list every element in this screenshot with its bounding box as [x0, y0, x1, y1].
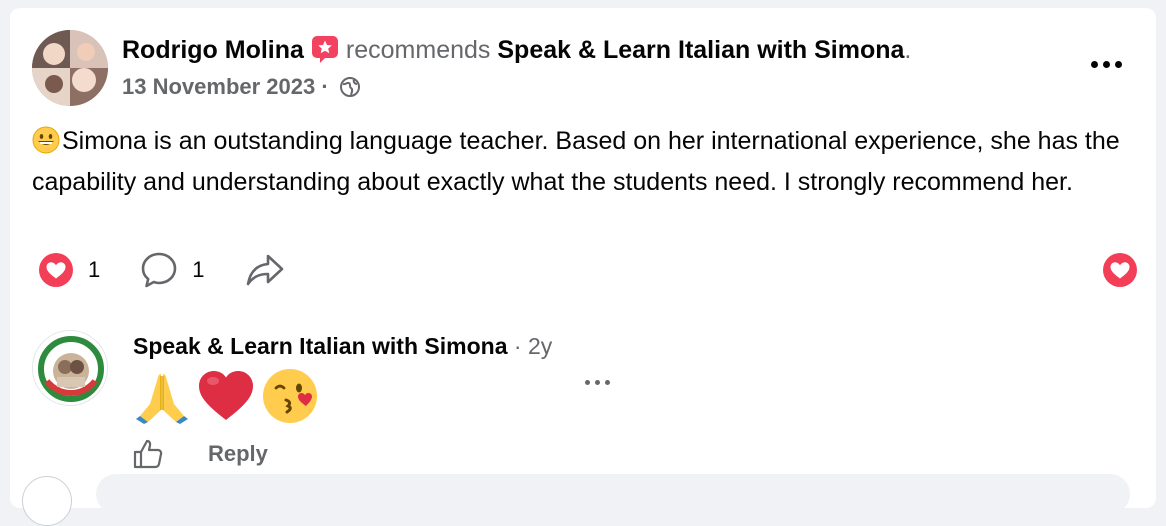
commenter-avatar[interactable] — [32, 330, 108, 406]
comment-count: 1 — [192, 257, 205, 282]
comment-actions: Reply — [132, 438, 268, 470]
share-button[interactable] — [245, 251, 285, 289]
comment-timestamp[interactable]: 2y — [528, 333, 552, 359]
post-date[interactable]: 13 November 2023 — [122, 74, 315, 99]
comment-author-name[interactable]: Speak & Learn Italian with Simona — [133, 333, 507, 359]
globe-icon — [339, 76, 361, 98]
heart-icon — [1103, 253, 1137, 287]
post-header: Rodrigo Molina recommends Speak & Learn I… — [122, 34, 911, 66]
next-comment-avatar — [22, 476, 72, 526]
post-actions: 1 1 — [38, 252, 325, 288]
comment-options-button[interactable] — [582, 372, 612, 392]
author-avatar[interactable] — [32, 30, 108, 106]
post-text-container: Simona is an outstanding language teache… — [32, 121, 1142, 203]
more-dots-icon — [584, 379, 610, 385]
red-heart-emoji — [199, 371, 253, 420]
love-reaction-icon — [39, 253, 73, 287]
reply-button[interactable]: Reply — [208, 441, 268, 467]
grinning-face-emoji — [32, 126, 60, 154]
header-period: . — [904, 36, 912, 64]
comment-input-box[interactable] — [96, 474, 1130, 514]
post-options-button[interactable] — [1086, 52, 1126, 76]
like-icon[interactable] — [132, 438, 164, 470]
post-card: Rodrigo Molina recommends Speak & Learn I… — [10, 8, 1156, 508]
more-dots-icon — [1090, 60, 1122, 68]
comment-icon — [141, 252, 177, 288]
folded-hands-emoji — [136, 374, 188, 424]
comment-header: Speak & Learn Italian with Simona · 2y — [133, 331, 552, 361]
comment-button[interactable]: 1 — [140, 251, 205, 289]
post-text: Simona is an outstanding language teache… — [32, 127, 1120, 196]
recommended-page-link[interactable]: Speak & Learn Italian with Simona — [497, 36, 904, 64]
comment-separator: · — [507, 333, 528, 359]
reaction-count: 1 — [88, 257, 101, 282]
recommends-verb: recommends — [345, 36, 491, 64]
share-icon — [246, 254, 283, 286]
kissing-face-emoji — [263, 369, 317, 423]
comment-body — [132, 366, 320, 426]
meta-separator: · — [315, 74, 335, 99]
author-name[interactable]: Rodrigo Molina — [122, 36, 304, 64]
love-react-button[interactable] — [1102, 252, 1138, 288]
reaction-summary[interactable]: 1 — [38, 252, 100, 288]
post-meta: 13 November 2023 · — [122, 72, 361, 102]
recommendation-icon — [310, 34, 340, 64]
